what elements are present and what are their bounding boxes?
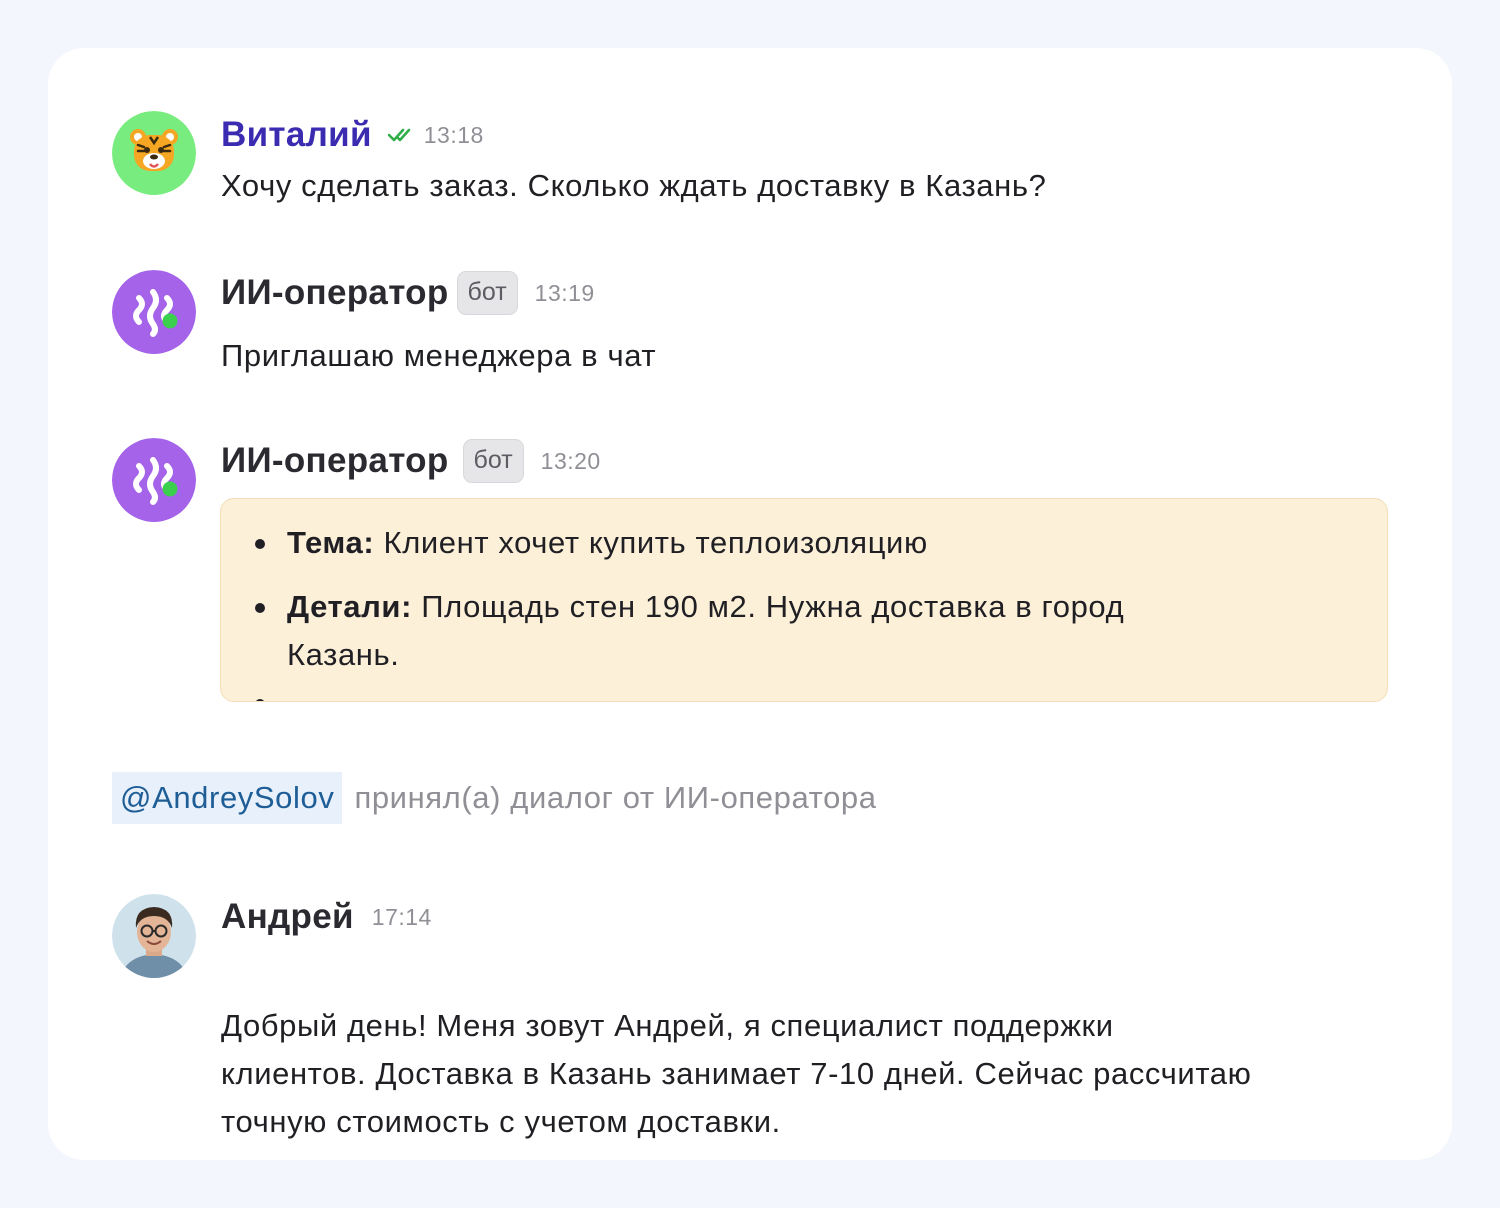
chat-panel: Виталий 13:18 Хочу сделать заказ. Скольк… (48, 48, 1452, 1160)
author-name[interactable]: ИИ-оператор (221, 273, 449, 313)
message-time: 13:19 (534, 279, 595, 306)
bot-badge: бот (462, 439, 524, 483)
tiger-icon (112, 111, 196, 195)
ai-operator-logo-icon (112, 270, 196, 354)
system-event-text: принял(а) диалог от ИИ-оператора (354, 780, 877, 815)
message-header: Виталий 13:18 (221, 113, 484, 157)
mention-link[interactable]: @AndreySolov (112, 772, 343, 824)
bullet (255, 603, 265, 613)
bullet (255, 539, 265, 549)
message-text: Хочу сделать заказ. Сколько ждать достав… (221, 168, 1047, 203)
summary-value: Площадь стен 190 м2. Нужна доставка в го… (421, 589, 1125, 624)
summary-value-continued: Казань. (287, 637, 400, 672)
user-photo-icon (112, 894, 196, 978)
summary-item-details: Детали: Площадь стен 190 м2. Нужна доста… (255, 583, 1125, 679)
message-time: 13:20 (540, 447, 601, 474)
message-text-line: клиентов. Доставка в Казань занимает 7-1… (221, 1056, 1252, 1091)
bullet (255, 699, 265, 701)
summary-item-topic: Тема: Клиент хочет купить теплоизоляцию (255, 519, 928, 567)
bot-badge: бот (456, 271, 518, 315)
message-time: 17:14 (371, 903, 432, 930)
message-text-line: точную стоимость с учетом доставки. (221, 1104, 781, 1139)
double-check-icon (387, 126, 416, 144)
online-status-dot (162, 481, 178, 497)
author-name[interactable]: ИИ-оператор (221, 441, 449, 481)
message-header: ИИ-оператор бот 13:20 (221, 439, 601, 483)
online-status-dot (162, 313, 178, 329)
avatar-andrey[interactable] (112, 894, 196, 978)
author-name[interactable]: Виталий (221, 115, 372, 155)
message-time: 13:18 (423, 121, 484, 148)
avatar-ai-operator[interactable] (112, 438, 196, 522)
system-event: @AndreySolov принял(а) диалог от ИИ-опер… (112, 772, 877, 824)
ai-operator-logo-icon (112, 438, 196, 522)
message-header: Андрей 17:14 (221, 895, 432, 939)
summary-label: Тема: (287, 525, 375, 560)
summary-value: Клиент хочет купить теплоизоляцию (383, 525, 928, 560)
message-header: ИИ-оператор бот 13:19 (221, 271, 595, 315)
dialog-summary-card: Тема: Клиент хочет купить теплоизоляцию … (220, 498, 1388, 702)
message-text: Приглашаю менеджера в чат (221, 338, 657, 373)
summary-label: Детали: (287, 589, 412, 624)
avatar-tiger[interactable] (112, 111, 196, 195)
author-name[interactable]: Андрей (221, 897, 354, 937)
message-text-line: Добрый день! Меня зовут Андрей, я специа… (221, 1008, 1114, 1043)
avatar-ai-operator[interactable] (112, 270, 196, 354)
